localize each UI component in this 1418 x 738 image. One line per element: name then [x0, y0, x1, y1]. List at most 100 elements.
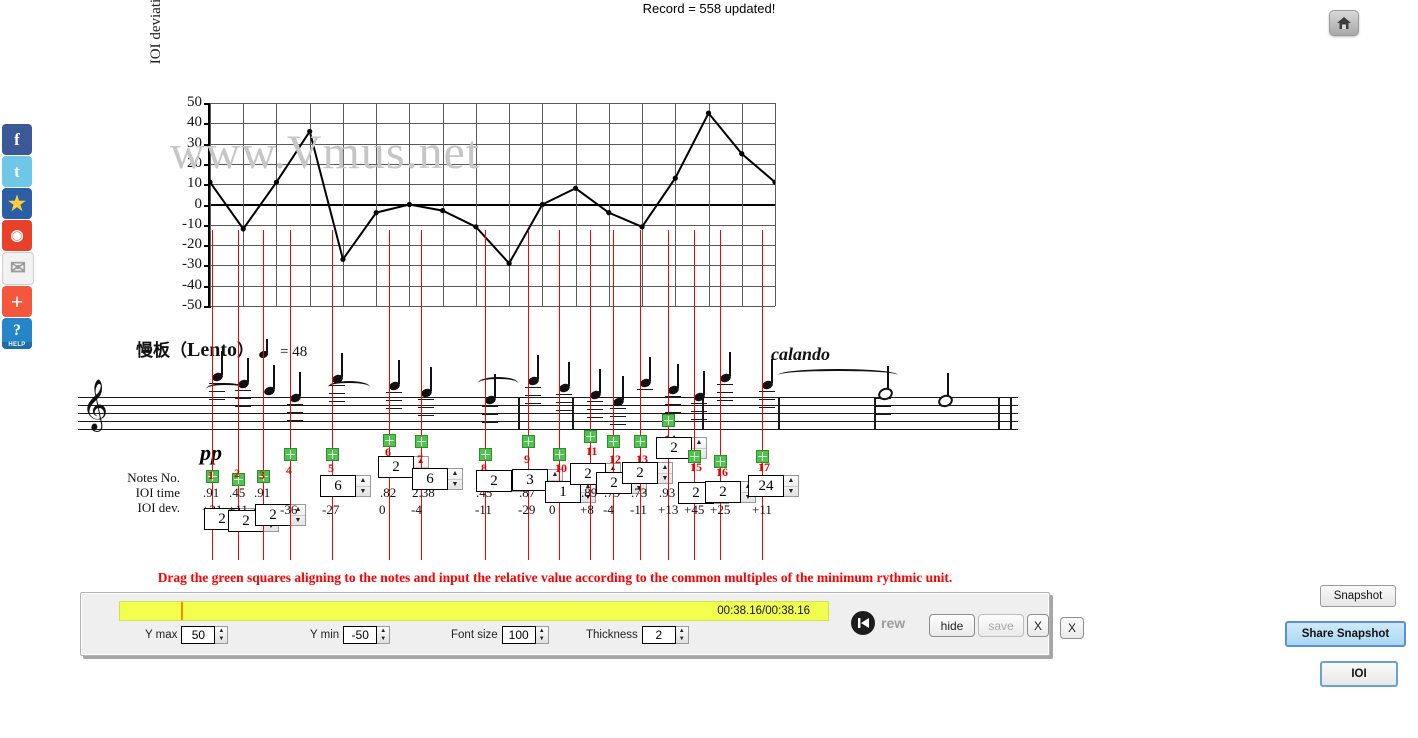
notehead: [936, 392, 955, 410]
ioi-dev-value: +13: [658, 502, 679, 517]
note-stem: [771, 359, 773, 383]
progress-marker[interactable]: [180, 602, 183, 620]
spin-up-icon[interactable]: ▲: [784, 476, 798, 487]
spin-up-icon[interactable]: ▲: [448, 469, 462, 480]
rhythm-value-input[interactable]: 2: [622, 462, 658, 484]
y-tick--20: -20: [182, 236, 202, 253]
spin-down-icon[interactable]: ▼: [356, 487, 370, 497]
share-more-icon[interactable]: +: [2, 286, 32, 317]
spinner-font-size[interactable]: ▲ ▼: [535, 626, 549, 644]
spin-down-icon[interactable]: ▼: [536, 635, 548, 643]
y-tick--10: -10: [182, 215, 202, 232]
rhythm-value-spinner[interactable]: ▲▼: [658, 462, 673, 484]
input-font-size[interactable]: 100: [501, 626, 536, 644]
input-thickness[interactable]: 2: [641, 626, 676, 644]
spin-up-icon[interactable]: ▲: [356, 476, 370, 487]
green-square-handle[interactable]: [607, 435, 620, 448]
chart-series-line: [210, 110, 775, 266]
twitter-icon[interactable]: t: [2, 156, 32, 187]
y-tick-30: 30: [187, 134, 202, 151]
spin-up-icon[interactable]: ▲: [215, 627, 227, 635]
qzone-glyph: ★: [8, 193, 26, 215]
input-y-min[interactable]: -50: [343, 626, 378, 644]
rhythm-value-input[interactable]: 24: [748, 475, 784, 497]
ioi-dev-value: -29: [518, 502, 536, 517]
label-thickness: Thickness: [586, 629, 638, 641]
rhythm-value-stepper[interactable]: 24 ▲ ▼: [748, 475, 799, 497]
weibo-icon[interactable]: ◉: [2, 220, 32, 251]
spin-down-icon[interactable]: ▼: [215, 635, 227, 643]
close-player-button[interactable]: X: [1027, 614, 1049, 637]
ledger-line: [935, 413, 951, 414]
ioi-dev-value: -4: [603, 502, 614, 517]
note-index-label: 17: [758, 460, 770, 474]
input-y-max[interactable]: 50: [181, 626, 216, 644]
spin-up-icon[interactable]: ▲: [676, 627, 688, 635]
ioi-dev-value: -11: [475, 502, 492, 517]
rhythm-value-stepper[interactable]: 6 ▲ ▼: [412, 468, 463, 490]
note-index-label: 7: [417, 452, 423, 466]
row-label-ioi-dev: IOI dev.: [137, 500, 180, 515]
green-square-handle[interactable]: [415, 435, 428, 448]
player-panel: 00:38.16/00:38.16 Y max 50 ▲ ▼ Y min -50 …: [80, 592, 1050, 656]
save-button[interactable]: save: [978, 614, 1024, 637]
spin-down-icon[interactable]: ▼: [658, 474, 672, 484]
green-square-handle[interactable]: [553, 448, 566, 461]
note-stem: [703, 371, 705, 395]
hide-button[interactable]: hide: [929, 614, 975, 637]
facebook-icon[interactable]: f: [2, 124, 32, 155]
spin-up-icon[interactable]: ▲: [536, 627, 548, 635]
rhythm-value-input[interactable]: 6: [412, 468, 448, 490]
rhythm-value-spinner[interactable]: ▲▼: [784, 475, 799, 497]
ioi-dev-value: -27: [322, 502, 340, 517]
close-panel-button[interactable]: X: [1060, 617, 1084, 639]
ioi-button[interactable]: IOI: [1320, 661, 1398, 687]
rhythm-value-stepper[interactable]: 2▲▼: [622, 462, 673, 484]
rhythm-value-input[interactable]: 2: [656, 437, 692, 459]
spin-down-icon[interactable]: ▼: [676, 635, 688, 643]
staff-line: [78, 429, 1018, 430]
green-square-handle[interactable]: [522, 435, 535, 448]
rhythm-value-input[interactable]: 6: [320, 475, 356, 497]
snapshot-button[interactable]: Snapshot: [1320, 585, 1396, 607]
spin-up-icon[interactable]: ▲: [377, 627, 389, 635]
ioi-dev-value: -36: [280, 502, 298, 517]
y-tick-0: 0: [194, 195, 203, 212]
home-icon[interactable]: [1329, 10, 1359, 36]
rhythm-value-spinner[interactable]: ▲▼: [448, 468, 463, 490]
rhythm-value-input[interactable]: 2: [378, 456, 414, 478]
green-square-handle[interactable]: [479, 448, 492, 461]
rewind-control[interactable]: rew: [851, 611, 905, 635]
ledger-line: [935, 405, 951, 406]
spinner-thickness[interactable]: ▲ ▼: [675, 626, 689, 644]
field-thickness: Thickness 2 ▲ ▼: [586, 626, 689, 644]
expression-calando: calando: [771, 344, 831, 364]
rhythm-value-input[interactable]: 3: [512, 469, 548, 491]
share-snapshot-button[interactable]: Share Snapshot: [1285, 621, 1406, 647]
green-square-handle[interactable]: [662, 414, 675, 427]
spinner-y-max[interactable]: ▲ ▼: [215, 626, 229, 644]
green-square-handle[interactable]: [284, 448, 297, 461]
ioi-time-value: .73: [631, 485, 648, 500]
qzone-icon[interactable]: ★: [2, 188, 32, 219]
spin-down-icon[interactable]: ▼: [377, 635, 389, 643]
ioi-dev-value: +25: [710, 502, 731, 517]
note-index-label: 11: [586, 444, 598, 458]
rhythm-value-input[interactable]: 2: [705, 481, 741, 503]
green-square-handle[interactable]: [634, 435, 647, 448]
email-icon[interactable]: ✉: [2, 252, 34, 285]
rewind-icon[interactable]: [851, 611, 875, 635]
green-square-handle[interactable]: [584, 430, 597, 443]
rhythm-value-input[interactable]: 2: [476, 470, 512, 492]
help-label: HELP: [2, 342, 32, 349]
spinner-y-min[interactable]: ▲ ▼: [377, 626, 391, 644]
spin-down-icon[interactable]: ▼: [448, 480, 462, 490]
ledger-line: [875, 398, 891, 399]
rhythm-value-stepper[interactable]: 6 ▲ ▼: [320, 475, 371, 497]
progress-bar[interactable]: 00:38.16/00:38.16: [119, 601, 829, 621]
green-square-handle[interactable]: [326, 448, 339, 461]
rhythm-value-spinner[interactable]: ▲▼: [356, 475, 371, 497]
help-icon[interactable]: ? HELP: [2, 318, 32, 349]
spin-down-icon[interactable]: ▼: [784, 487, 798, 497]
spin-up-icon[interactable]: ▲: [658, 463, 672, 474]
